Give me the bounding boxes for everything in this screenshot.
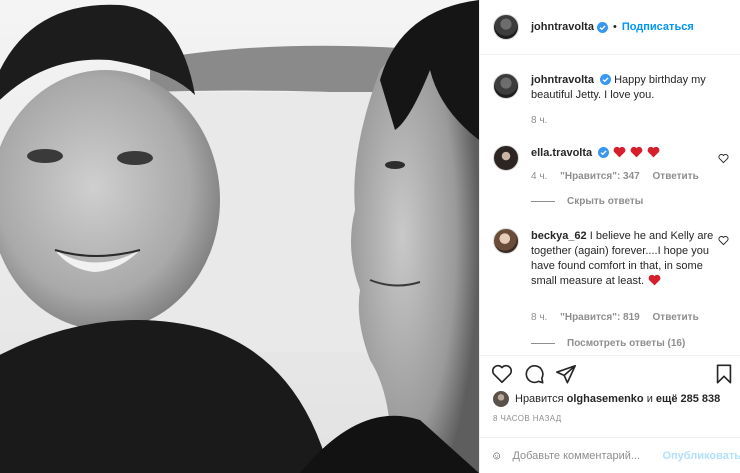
likes-summary: Нравится olghasemenko и ещё 285 838 [493,391,720,407]
comment-likes-count[interactable]: "Нравится": 347 [560,171,640,182]
add-comment-bar: Опубликовать [480,437,740,473]
photo-image [0,0,479,473]
comment-text: beckya_62 I believe he and Kelly are tog… [531,229,717,289]
reply-button[interactable]: Ответить [653,312,699,323]
post-actions-bar [480,355,740,389]
replies-divider-line [531,343,555,344]
post-photo[interactable] [0,0,479,473]
commenter-avatar[interactable] [493,228,519,254]
commenter-avatar[interactable] [493,145,519,171]
comment-item: beckya_62 I believe he and Kelly are tog… [493,228,733,353]
comment-username[interactable]: ella.travolta [531,147,592,159]
post-header: johntravolta • Подписаться [480,0,740,55]
replies-divider-line [531,201,555,202]
view-replies-label: Посмотреть ответы (16) [567,338,686,349]
author-avatar[interactable] [493,73,519,99]
comment-meta: 4 ч. "Нравится": 347 Ответить [531,171,709,182]
liker-username[interactable]: olghasemenko [567,393,644,405]
caption-entry: johntravolta Happy birthday my beautiful… [493,73,733,133]
post-side-panel: johntravolta • Подписаться johntravolta … [479,0,740,473]
likes-prefix: Нравится [515,393,564,405]
comment-likes-count[interactable]: "Нравится": 819 [560,312,640,323]
liker-avatar[interactable] [493,391,509,407]
caption-username[interactable]: johntravolta [531,74,594,86]
likes-count[interactable]: ещё 285 838 [656,393,720,405]
comment-item: ella.travolta 4 ч. "Нравится": 347 Ответ… [493,145,733,215]
like-comment-heart-icon[interactable] [718,235,729,246]
caption-meta: 8 ч. [531,115,557,126]
reply-button[interactable]: Ответить [653,171,699,182]
author-avatar[interactable] [493,14,519,40]
comment-username[interactable]: beckya_62 [531,230,587,242]
comment-meta: 8 ч. "Нравится": 819 Ответить [531,312,709,323]
bookmark-icon[interactable] [713,363,735,385]
caption-time: 8 ч. [531,115,548,126]
verified-badge-icon [596,21,608,33]
red-heart-emoji-icon [648,146,660,158]
comment-input[interactable] [512,449,655,462]
heart-icon[interactable] [491,363,513,385]
view-replies-toggle[interactable]: Посмотреть ответы (16) [531,338,685,349]
post-comment-button[interactable]: Опубликовать [662,450,740,462]
verified-badge-icon [600,74,612,85]
comment-time: 4 ч. [531,171,548,182]
like-comment-heart-icon[interactable] [718,153,729,164]
hide-replies-toggle[interactable]: Скрыть ответы [531,196,643,207]
share-icon[interactable] [555,363,577,385]
emoji-icon[interactable] [493,445,501,467]
comment-time: 8 ч. [531,312,548,323]
header-separator: • [612,21,617,33]
comment-icon[interactable] [523,363,545,385]
red-heart-emoji-icon [613,146,626,158]
verified-badge-icon [598,147,610,158]
comments-list[interactable]: johntravolta Happy birthday my beautiful… [480,56,740,355]
hide-replies-label: Скрыть ответы [567,196,644,207]
author-username[interactable]: johntravolta [531,21,594,33]
red-heart-emoji-icon [630,146,643,158]
post-timestamp[interactable]: 8 ЧАСОВ НАЗАД [493,414,562,423]
red-heart-emoji-icon [648,274,661,286]
likes-conjunction: и [646,393,653,405]
comment-text: ella.travolta [531,146,717,161]
follow-button[interactable]: Подписаться [622,21,694,33]
caption-text: johntravolta Happy birthday my beautiful… [531,73,717,103]
